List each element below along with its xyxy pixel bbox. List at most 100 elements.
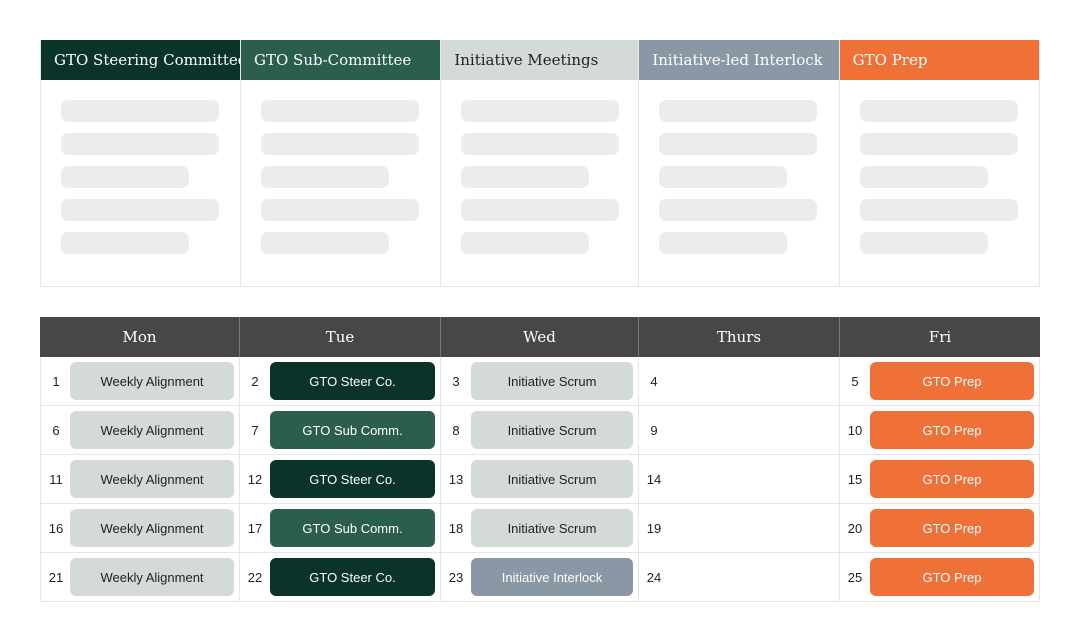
placeholder-line bbox=[61, 133, 219, 155]
calendar-week-row: 16 Weekly Alignment 17 GTO Sub Comm. 18 Initi… bbox=[41, 504, 1040, 553]
placeholder-line bbox=[659, 232, 788, 254]
placeholder-line bbox=[859, 166, 988, 188]
calendar-day-cell[interactable]: 2 GTO Steer Co. bbox=[240, 357, 441, 405]
day-number: 10 bbox=[847, 422, 863, 438]
calendar-day-cell[interactable]: 18 Initiative Scrum bbox=[441, 504, 639, 552]
panel-title: GTO Prep bbox=[839, 40, 1039, 80]
day-number: 3 bbox=[452, 373, 460, 389]
calendar-day-cell[interactable]: 9 bbox=[639, 406, 840, 454]
day-header: Mon bbox=[40, 317, 240, 357]
event-chip[interactable]: GTO Prep bbox=[870, 362, 1034, 400]
event-chip[interactable]: GTO Sub Comm. bbox=[270, 509, 435, 547]
event-chip[interactable]: GTO Sub Comm. bbox=[270, 411, 435, 449]
category-panel: Initiative-led Interlock bbox=[639, 40, 840, 286]
day-number: 5 bbox=[851, 373, 859, 389]
placeholder-line bbox=[859, 100, 1018, 122]
placeholder-line bbox=[659, 199, 818, 221]
event-chip[interactable]: GTO Steer Co. bbox=[270, 460, 435, 498]
day-number: 23 bbox=[448, 569, 464, 585]
placeholder-line bbox=[61, 166, 189, 188]
placeholder-line bbox=[261, 232, 389, 254]
panel-placeholder-list bbox=[41, 80, 240, 265]
day-number: 9 bbox=[650, 422, 658, 438]
event-chip[interactable]: GTO Steer Co. bbox=[270, 558, 435, 596]
calendar-day-cell[interactable]: 3 Initiative Scrum bbox=[441, 357, 639, 405]
panel-placeholder-list bbox=[441, 80, 638, 265]
category-panel: Initiative Meetings bbox=[441, 40, 640, 286]
placeholder-line bbox=[461, 166, 590, 188]
calendar-day-cell[interactable]: 13 Initiative Scrum bbox=[441, 455, 639, 503]
day-number: 17 bbox=[247, 520, 263, 536]
day-number: 14 bbox=[646, 471, 662, 487]
event-chip[interactable]: Initiative Scrum bbox=[471, 411, 633, 449]
placeholder-line bbox=[859, 232, 988, 254]
day-number: 25 bbox=[847, 569, 863, 585]
calendar-day-cell[interactable]: 21 Weekly Alignment bbox=[41, 553, 240, 601]
day-header: Wed bbox=[441, 317, 639, 357]
day-header: Thurs bbox=[639, 317, 840, 357]
day-number: 15 bbox=[847, 471, 863, 487]
calendar-day-cell[interactable]: 15 GTO Prep bbox=[840, 455, 1040, 503]
calendar-day-cell[interactable]: 8 Initiative Scrum bbox=[441, 406, 639, 454]
calendar-header: Mon Tue Wed Thurs Fri bbox=[40, 317, 1040, 357]
calendar-day-cell[interactable]: 1 Weekly Alignment bbox=[41, 357, 240, 405]
event-chip[interactable]: GTO Steer Co. bbox=[270, 362, 435, 400]
calendar-day-cell[interactable]: 20 GTO Prep bbox=[840, 504, 1040, 552]
category-panel: GTO Sub-Committee bbox=[241, 40, 442, 286]
placeholder-line bbox=[859, 199, 1018, 221]
event-chip[interactable]: GTO Prep bbox=[870, 411, 1034, 449]
event-chip[interactable]: Weekly Alignment bbox=[70, 558, 234, 596]
calendar-day-cell[interactable]: 17 GTO Sub Comm. bbox=[240, 504, 441, 552]
day-number: 22 bbox=[247, 569, 263, 585]
calendar-day-cell[interactable]: 14 bbox=[639, 455, 840, 503]
day-header: Tue bbox=[240, 317, 441, 357]
placeholder-line bbox=[461, 199, 620, 221]
event-chip[interactable]: Weekly Alignment bbox=[70, 362, 234, 400]
day-number: 19 bbox=[646, 520, 662, 536]
event-chip[interactable]: Initiative Interlock bbox=[471, 558, 633, 596]
placeholder-line bbox=[461, 133, 620, 155]
calendar-day-cell[interactable]: 4 bbox=[639, 357, 840, 405]
panel-title: GTO Steering Committee bbox=[41, 40, 240, 80]
event-chip[interactable]: Initiative Scrum bbox=[471, 362, 633, 400]
calendar-day-cell[interactable]: 7 GTO Sub Comm. bbox=[240, 406, 441, 454]
day-number: 12 bbox=[247, 471, 263, 487]
day-number: 4 bbox=[650, 373, 658, 389]
calendar-day-cell[interactable]: 24 bbox=[639, 553, 840, 601]
calendar-day-cell[interactable]: 23 Initiative Interlock bbox=[441, 553, 639, 601]
placeholder-line bbox=[659, 166, 788, 188]
event-chip[interactable]: Initiative Scrum bbox=[471, 460, 633, 498]
day-number: 7 bbox=[251, 422, 259, 438]
day-number: 13 bbox=[448, 471, 464, 487]
calendar-day-cell[interactable]: 10 GTO Prep bbox=[840, 406, 1040, 454]
calendar-day-cell[interactable]: 11 Weekly Alignment bbox=[41, 455, 240, 503]
calendar-day-cell[interactable]: 25 GTO Prep bbox=[840, 553, 1040, 601]
placeholder-line bbox=[461, 232, 590, 254]
placeholder-line bbox=[261, 133, 419, 155]
panel-title: Initiative-led Interlock bbox=[639, 40, 839, 80]
placeholder-line bbox=[659, 133, 818, 155]
event-chip[interactable]: Weekly Alignment bbox=[70, 509, 234, 547]
event-chip[interactable]: Initiative Scrum bbox=[471, 509, 633, 547]
calendar-week-row: 1 Weekly Alignment 2 GTO Steer Co. 3 Initiati… bbox=[41, 357, 1040, 406]
calendar-week-row: 6 Weekly Alignment 7 GTO Sub Comm. 8 Initiati… bbox=[41, 406, 1040, 455]
calendar-day-cell[interactable]: 16 Weekly Alignment bbox=[41, 504, 240, 552]
event-chip[interactable]: GTO Prep bbox=[870, 460, 1034, 498]
calendar-day-cell[interactable]: 12 GTO Steer Co. bbox=[240, 455, 441, 503]
day-number: 20 bbox=[847, 520, 863, 536]
placeholder-line bbox=[61, 232, 189, 254]
event-chip[interactable]: GTO Prep bbox=[870, 558, 1034, 596]
calendar-week-row: 21 Weekly Alignment 22 GTO Steer Co. 23 Initi… bbox=[41, 553, 1040, 602]
day-number: 2 bbox=[251, 373, 259, 389]
placeholder-line bbox=[261, 100, 419, 122]
day-number: 1 bbox=[52, 373, 60, 389]
calendar-day-cell[interactable]: 6 Weekly Alignment bbox=[41, 406, 240, 454]
event-chip[interactable]: GTO Prep bbox=[870, 509, 1034, 547]
day-number: 21 bbox=[48, 569, 64, 585]
calendar-day-cell[interactable]: 19 bbox=[639, 504, 840, 552]
calendar-day-cell[interactable]: 22 GTO Steer Co. bbox=[240, 553, 441, 601]
event-chip[interactable]: Weekly Alignment bbox=[70, 411, 234, 449]
event-chip[interactable]: Weekly Alignment bbox=[70, 460, 234, 498]
calendar-day-cell[interactable]: 5 GTO Prep bbox=[840, 357, 1040, 405]
day-number: 18 bbox=[448, 520, 464, 536]
